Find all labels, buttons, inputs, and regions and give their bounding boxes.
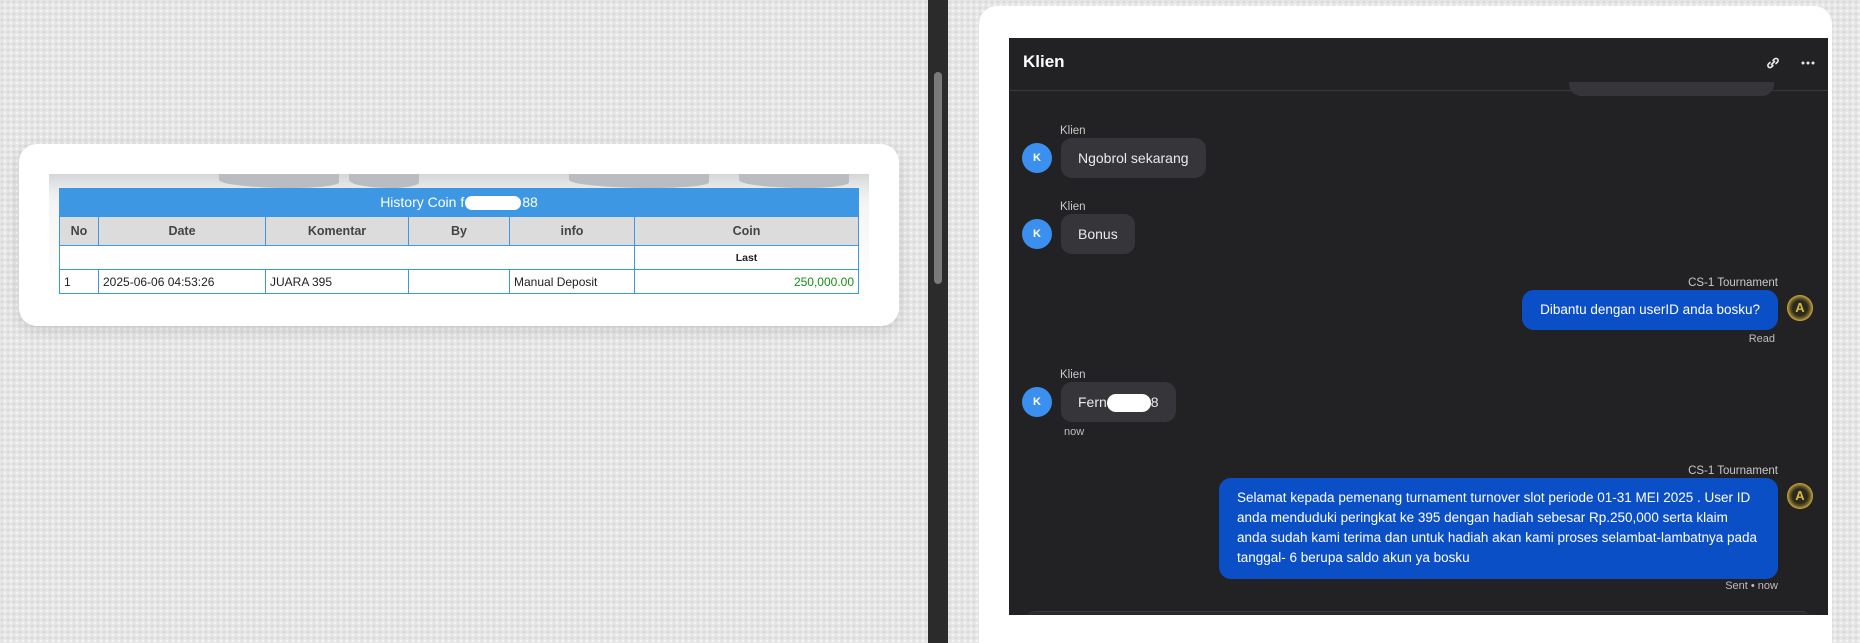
cell-coin: 250,000.00 [634,269,859,294]
message-text-suffix: 8 [1150,394,1159,410]
redaction-mark [465,196,522,211]
history-title-prefix: History Coin f [380,194,465,210]
read-status: Read [1748,333,1775,345]
sender-name: Klien [1060,125,1086,137]
history-coin-card: History Coin f 88 No Date Komentar By inf… [19,144,899,326]
column-header-komentar: Komentar [265,216,409,246]
more-icon[interactable] [1796,51,1820,75]
incoming-message-bubble[interactable]: Ngobrol sekarang [1061,138,1206,178]
column-header-coin: Coin [634,216,859,246]
chat-title: Klien [1023,52,1065,71]
sent-status: Sent • now [1725,580,1778,592]
link-icon[interactable] [1761,51,1785,75]
column-header-no: No [59,216,99,246]
last-label: Last [634,245,859,270]
agent-avatar: A [1787,483,1813,509]
redaction-mark [1106,394,1151,413]
sender-name: CS-1 Tournament [1688,465,1778,477]
column-header-date: Date [98,216,266,246]
incoming-message-bubble[interactable]: Bonus [1061,214,1135,254]
avatar: K [1022,387,1052,417]
history-title-suffix: 88 [522,194,538,210]
message-text-prefix: Fern [1078,394,1107,410]
cell-komentar: JUARA 395 [265,269,409,294]
history-coin-frame: History Coin f 88 No Date Komentar By inf… [49,174,869,296]
avatar: K [1022,143,1052,173]
sender-name: Klien [1060,369,1086,381]
chat-window: Klien Klien K Ngobrol sekarang Klien K B… [1009,38,1828,615]
incoming-message-bubble[interactable]: Fern 8 [1061,382,1176,422]
cell-no: 1 [59,269,99,294]
avatar: K [1022,219,1052,249]
chat-card: Klien Klien K Ngobrol sekarang Klien K B… [979,6,1832,643]
history-coin-table: No Date Komentar By info Coin Last 1 202… [59,216,859,294]
previous-message-bubble [1569,82,1774,96]
sender-name: CS-1 Tournament [1688,277,1778,289]
outgoing-message-bubble[interactable]: Selamat kepada pemenang turnament turnov… [1219,478,1778,579]
cell-by [408,269,510,294]
agent-avatar: A [1787,295,1813,321]
message-input-area[interactable] [1027,611,1810,615]
column-header-by: By [408,216,510,246]
last-row: Last [59,245,859,270]
cell-date: 2025-06-06 04:53:26 [98,269,266,294]
outgoing-message-bubble[interactable]: Dibantu dengan userID anda bosku? [1522,290,1778,330]
message-time: now [1064,426,1085,438]
sender-name: Klien [1060,201,1086,213]
cell-info: Manual Deposit [509,269,635,294]
scrollbar-thumb[interactable] [934,72,942,284]
column-header-info: info [509,216,635,246]
history-coin-title: History Coin f 88 [59,188,859,216]
last-row-spacer [59,245,635,270]
table-header-row: No Date Komentar By info Coin [59,216,859,246]
table-row: 1 2025-06-06 04:53:26 JUARA 395 Manual D… [59,269,859,294]
